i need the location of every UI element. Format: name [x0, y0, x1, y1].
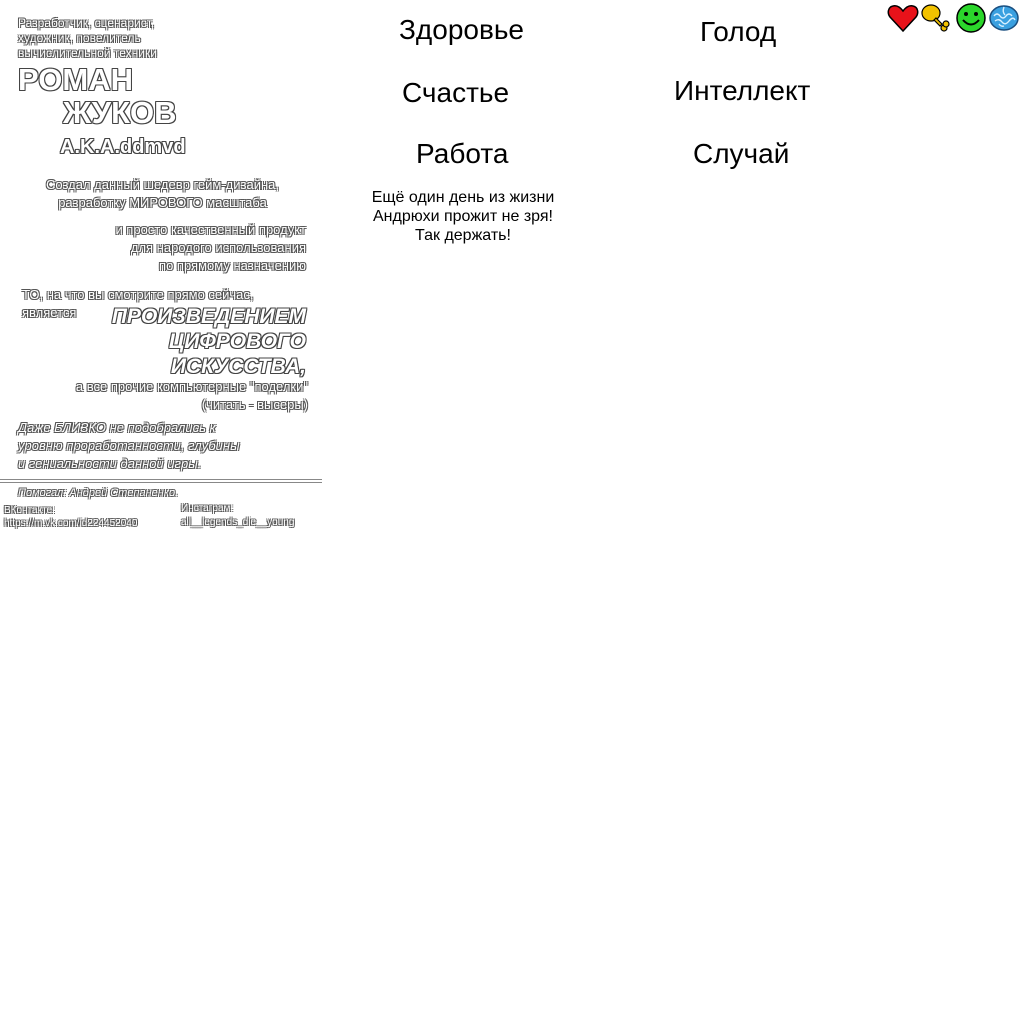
stat-hunger-label: Голод [700, 16, 777, 47]
stat-health-label: Здоровье [399, 14, 525, 45]
credits-is-line: является [22, 305, 77, 320]
brain-icon [989, 5, 1019, 31]
credits-intro: Разработчик, сценарист, художник, повели… [18, 16, 157, 61]
stat-work-label: Работа [416, 138, 509, 169]
credits-digital-art: ПРОИЗВЕДЕНИЕМ ЦИФРОВОГО ИСКУССТВА, [96, 304, 306, 379]
credits-art-line: ПРОИЗВЕДЕНИЕМ [111, 305, 306, 328]
credits-intro-line: Разработчик, сценарист, [18, 16, 155, 30]
day-message: Ещё один день из жизни Андрюхи прожит не… [353, 188, 573, 245]
instagram-handle[interactable]: all__legends_die__young [181, 517, 294, 528]
credits-to-line: ТО, на что вы смотрите прямо сейчас, [22, 287, 254, 302]
stat-chance-label: Случай [693, 138, 790, 169]
credits-closing-line: Даже БЛИЗКО не подобрались к [18, 420, 216, 435]
drumstick-icon [921, 4, 950, 32]
credits-quality: и просто качественный продукт для народо… [0, 221, 306, 275]
heart-icon [887, 5, 919, 33]
credits-closing-line: уровню проработанности, глубины [18, 438, 240, 453]
vk-link[interactable]: https://m.vk.com/id224452040 [4, 518, 137, 529]
credits-quality-line: по прямому назначению [159, 258, 306, 273]
credits-closing: Даже БЛИЗКО не подобрались к уровню прор… [18, 419, 240, 473]
author-alias: A.K.A.ddmvd [60, 136, 186, 158]
instagram-label: Инстаграм: [181, 503, 234, 514]
day-message-line: Ещё один день из жизни [371, 189, 555, 206]
credits-helper: Помогал: Андрей Степаненко. [18, 487, 179, 499]
credits-created-line: Создал данный шедевр гейм-дизайна, [45, 177, 280, 192]
credits-others-line: а все прочие компьютерные "поделки" [75, 379, 308, 394]
credits-created: Создал данный шедевр гейм-дизайна, разра… [0, 176, 325, 212]
credits-quality-line: и просто качественный продукт [115, 222, 306, 237]
credits-divider [0, 479, 322, 480]
credits-divider [0, 482, 322, 483]
credits-others-line: (читать - высеры) [201, 397, 308, 412]
stat-intellect-label: Интеллект [674, 75, 811, 106]
credits-closing-line: и гениальности данной игры. [18, 456, 202, 471]
smiley-icon [956, 3, 986, 33]
credits-created-line: разработку МИРОВОГО масштаба [58, 195, 267, 210]
credits-panel: Разработчик, сценарист, художник, повели… [0, 0, 325, 540]
day-message-line: Так держать! [415, 227, 511, 244]
credits-art-line: ИСКУССТВА, [170, 355, 306, 378]
credits-quality-line: для народого использования [130, 240, 306, 255]
stat-happiness-label: Счастье [402, 77, 510, 108]
author-last-name: ЖУКОВ [63, 95, 177, 130]
credits-others: а все прочие компьютерные "поделки" (чит… [0, 378, 308, 414]
credits-intro-line: художник, повелитель [18, 31, 141, 45]
credits-intro-line: вычислительной техники [18, 46, 157, 60]
day-message-line: Андрюхи прожит не зря! [373, 208, 553, 225]
vk-label: ВКонтакте: [4, 505, 55, 516]
credits-art-line: ЦИФРОВОГО [168, 330, 306, 353]
author-first-name: РОМАН [18, 62, 133, 97]
